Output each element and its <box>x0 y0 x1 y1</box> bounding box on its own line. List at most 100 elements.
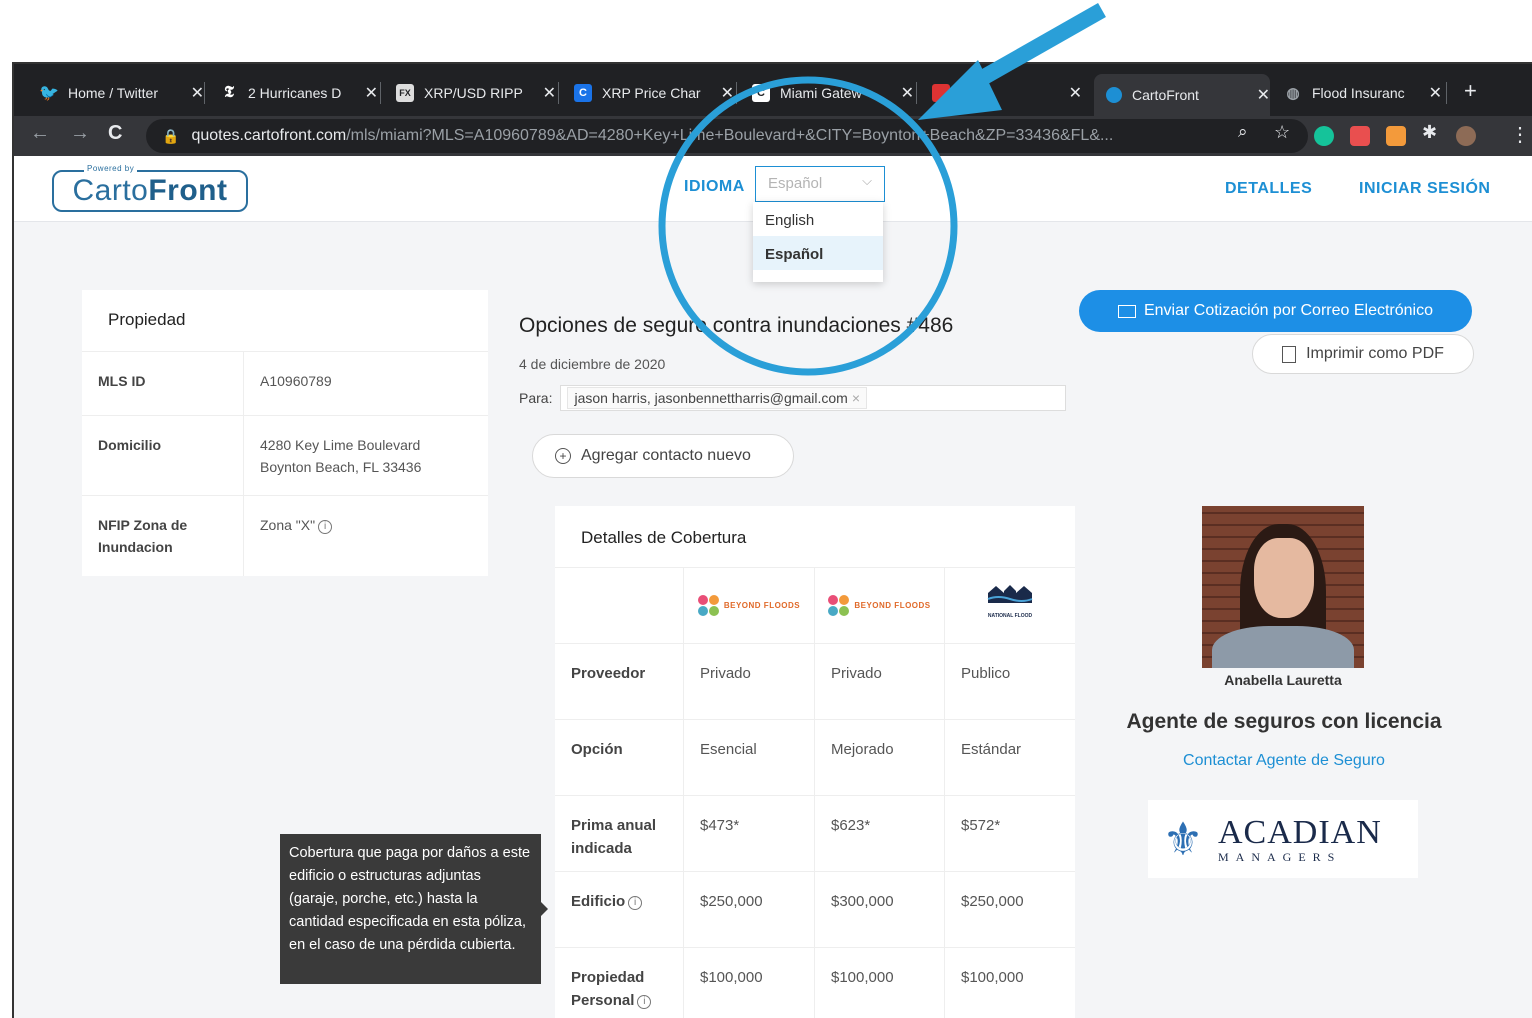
close-icon[interactable]: ✕ <box>721 83 734 103</box>
recipient-input[interactable]: jason harris, jasonbennettharris@gmail.c… <box>560 385 1067 411</box>
coverage-row-label: Opción <box>555 720 684 796</box>
logo-powered-by: Powered by <box>84 164 138 173</box>
close-icon[interactable]: ✕ <box>191 83 204 103</box>
coverage-cell: $250,000 <box>945 872 1075 948</box>
info-icon[interactable]: i <box>318 520 333 534</box>
contact-agent-link[interactable]: Contactar Agente de Seguro <box>1114 752 1454 770</box>
info-icon[interactable]: i <box>628 896 643 910</box>
zoom-icon[interactable]: ⌕ <box>1238 122 1248 142</box>
close-icon[interactable]: ✕ <box>543 83 556 103</box>
close-icon[interactable]: ✕ <box>1069 83 1082 103</box>
new-tab-button[interactable]: + <box>1464 78 1477 104</box>
coverage-cell: Estándar <box>945 720 1075 796</box>
forward-icon[interactable]: → <box>70 122 90 145</box>
login-link[interactable]: INICIAR SESIÓN <box>1359 180 1490 198</box>
coverage-cell: $100,000 <box>815 948 945 1018</box>
language-option-english[interactable]: English <box>753 202 883 236</box>
houses-icon <box>987 585 1033 603</box>
cartofront-logo[interactable]: Powered by Carto Front <box>52 164 248 212</box>
language-dropdown: English Español <box>753 202 883 282</box>
beyond-floods-logo: BEYOND FLOODS <box>697 594 800 617</box>
coin-icon: C <box>574 84 592 102</box>
coverage-cell: Privado <box>815 644 945 720</box>
print-pdf-button[interactable]: Imprimir como PDF <box>1252 334 1474 374</box>
grammarly-icon[interactable] <box>1314 126 1334 146</box>
tab-xrp-price[interactable]: C XRP Price Char ✕ <box>562 76 734 110</box>
browser-toolbar: ← → C 🔒 quotes.cartofront.com /mls/miami… <box>14 116 1532 156</box>
provider-logo: BEYOND FLOODS <box>815 568 945 644</box>
coverage-cell: $300,000 <box>815 872 945 948</box>
add-contact-button[interactable]: + Agregar contacto nuevo <box>532 434 794 478</box>
coverage-cell: $623* <box>815 796 945 872</box>
recipient-chip[interactable]: jason harris, jasonbennettharris@gmail.c… <box>567 387 867 409</box>
property-key: Domicilio <box>82 416 244 495</box>
pdf-icon <box>1282 345 1297 363</box>
property-key: MLS ID <box>82 352 244 415</box>
cartofront-icon <box>1106 87 1122 103</box>
agent-photo <box>1202 506 1364 668</box>
address-bar[interactable]: 🔒 quotes.cartofront.com /mls/miami?MLS=A… <box>146 119 1308 153</box>
coverage-row-label: Prima anual indicada <box>555 796 684 872</box>
language-select[interactable]: Español ⌵ <box>755 166 885 202</box>
fleur-de-lis-icon: ⚜ <box>1162 813 1204 865</box>
info-icon[interactable]: i <box>637 995 652 1009</box>
chevron-down-icon: ⌵ <box>862 173 872 188</box>
tab-title: Flood Insuranc <box>1312 85 1405 101</box>
coverage-row-label-text: Edificio <box>571 893 626 910</box>
twitter-bird-icon: 🐦 <box>39 85 59 102</box>
star-icon[interactable]: ☆ <box>1274 122 1290 143</box>
tab-unknown[interactable]: ✕ <box>920 76 1090 110</box>
coverage-cell: Privado <box>684 644 815 720</box>
logo-text-b: Front <box>148 174 228 207</box>
reload-icon[interactable]: C <box>108 122 122 145</box>
tab-miami[interactable]: C Miami Gatew ✕ <box>740 76 914 110</box>
logo-text-a: Carto <box>72 174 149 207</box>
close-icon[interactable]: ✕ <box>365 83 378 103</box>
recipient-label: Para: <box>519 390 553 406</box>
property-card: Propiedad MLS ID A10960789 Domicilio 428… <box>82 290 488 576</box>
coverage-cell: $100,000 <box>684 948 815 1018</box>
tab-xrp-usd[interactable]: FX XRP/USD RIPP ✕ <box>384 76 556 110</box>
property-card-title: Propiedad <box>82 290 488 352</box>
agent-name: Anabella Lauretta <box>1224 672 1342 688</box>
coverage-cell: $100,000 <box>945 948 1075 1018</box>
details-link[interactable]: DETALLES <box>1225 180 1312 198</box>
property-value: 4280 Key Lime Boulevard Boynton Beach, F… <box>244 416 488 495</box>
recipient-chip-text: jason harris, jasonbennettharris@gmail.c… <box>574 390 848 406</box>
email-quote-label: Enviar Cotización por Correo Electrónico <box>1143 302 1433 319</box>
coverage-cell: $473* <box>684 796 815 872</box>
menu-icon[interactable]: ⋮ <box>1510 122 1530 147</box>
extension-icon[interactable] <box>1350 126 1370 146</box>
close-icon[interactable]: ✕ <box>1429 83 1442 103</box>
recipient-row: Para: jason harris, jasonbennettharris@g… <box>519 385 1067 411</box>
coverage-row-label-text: Propiedad Personal <box>571 969 645 1009</box>
plus-circle-icon: + <box>555 448 571 464</box>
tab-title: XRP Price Char <box>602 85 701 101</box>
page-content: Powered by Carto Front IDIOMA Español ⌵ D… <box>14 156 1532 1018</box>
tab-title: 2 Hurricanes D <box>248 85 342 101</box>
puzzle-icon[interactable]: ✱ <box>1422 122 1437 143</box>
tab-nyt[interactable]: 𝕿 2 Hurricanes D ✕ <box>208 76 378 110</box>
acadian-managers-logo: ⚜ ACADIAN MANAGERS <box>1148 800 1418 878</box>
extension-icon[interactable] <box>1386 126 1406 146</box>
globe-icon: ◍ <box>1286 85 1300 102</box>
tab-flood[interactable]: ◍ Flood Insuranc ✕ <box>1272 76 1442 110</box>
c-icon: C <box>752 84 770 102</box>
table-corner <box>555 568 684 644</box>
back-icon[interactable]: ← <box>30 122 50 145</box>
tab-title: Miami Gatew <box>780 85 862 101</box>
close-icon[interactable]: ✕ <box>1257 85 1270 105</box>
language-option-espanol[interactable]: Español <box>753 236 883 270</box>
close-icon[interactable]: ✕ <box>901 83 914 103</box>
close-icon[interactable]: × <box>852 390 860 406</box>
coverage-cell: Esencial <box>684 720 815 796</box>
email-quote-button[interactable]: Enviar Cotización por Correo Electrónico <box>1079 290 1472 332</box>
coverage-table: BEYOND FLOODS BEYOND FLOODS NATIONAL FLO… <box>555 568 1075 1018</box>
national-flood-logo: NATIONAL FLOOD <box>986 583 1034 628</box>
avatar[interactable] <box>1456 126 1476 146</box>
flower-icon <box>697 594 720 617</box>
language-selected-value: Español <box>768 175 823 192</box>
tab-cartofront[interactable]: CartoFront ✕ <box>1094 74 1270 116</box>
tab-twitter[interactable]: 🐦 Home / Twitter ✕ <box>28 76 204 110</box>
quote-date: 4 de diciembre de 2020 <box>519 356 666 372</box>
